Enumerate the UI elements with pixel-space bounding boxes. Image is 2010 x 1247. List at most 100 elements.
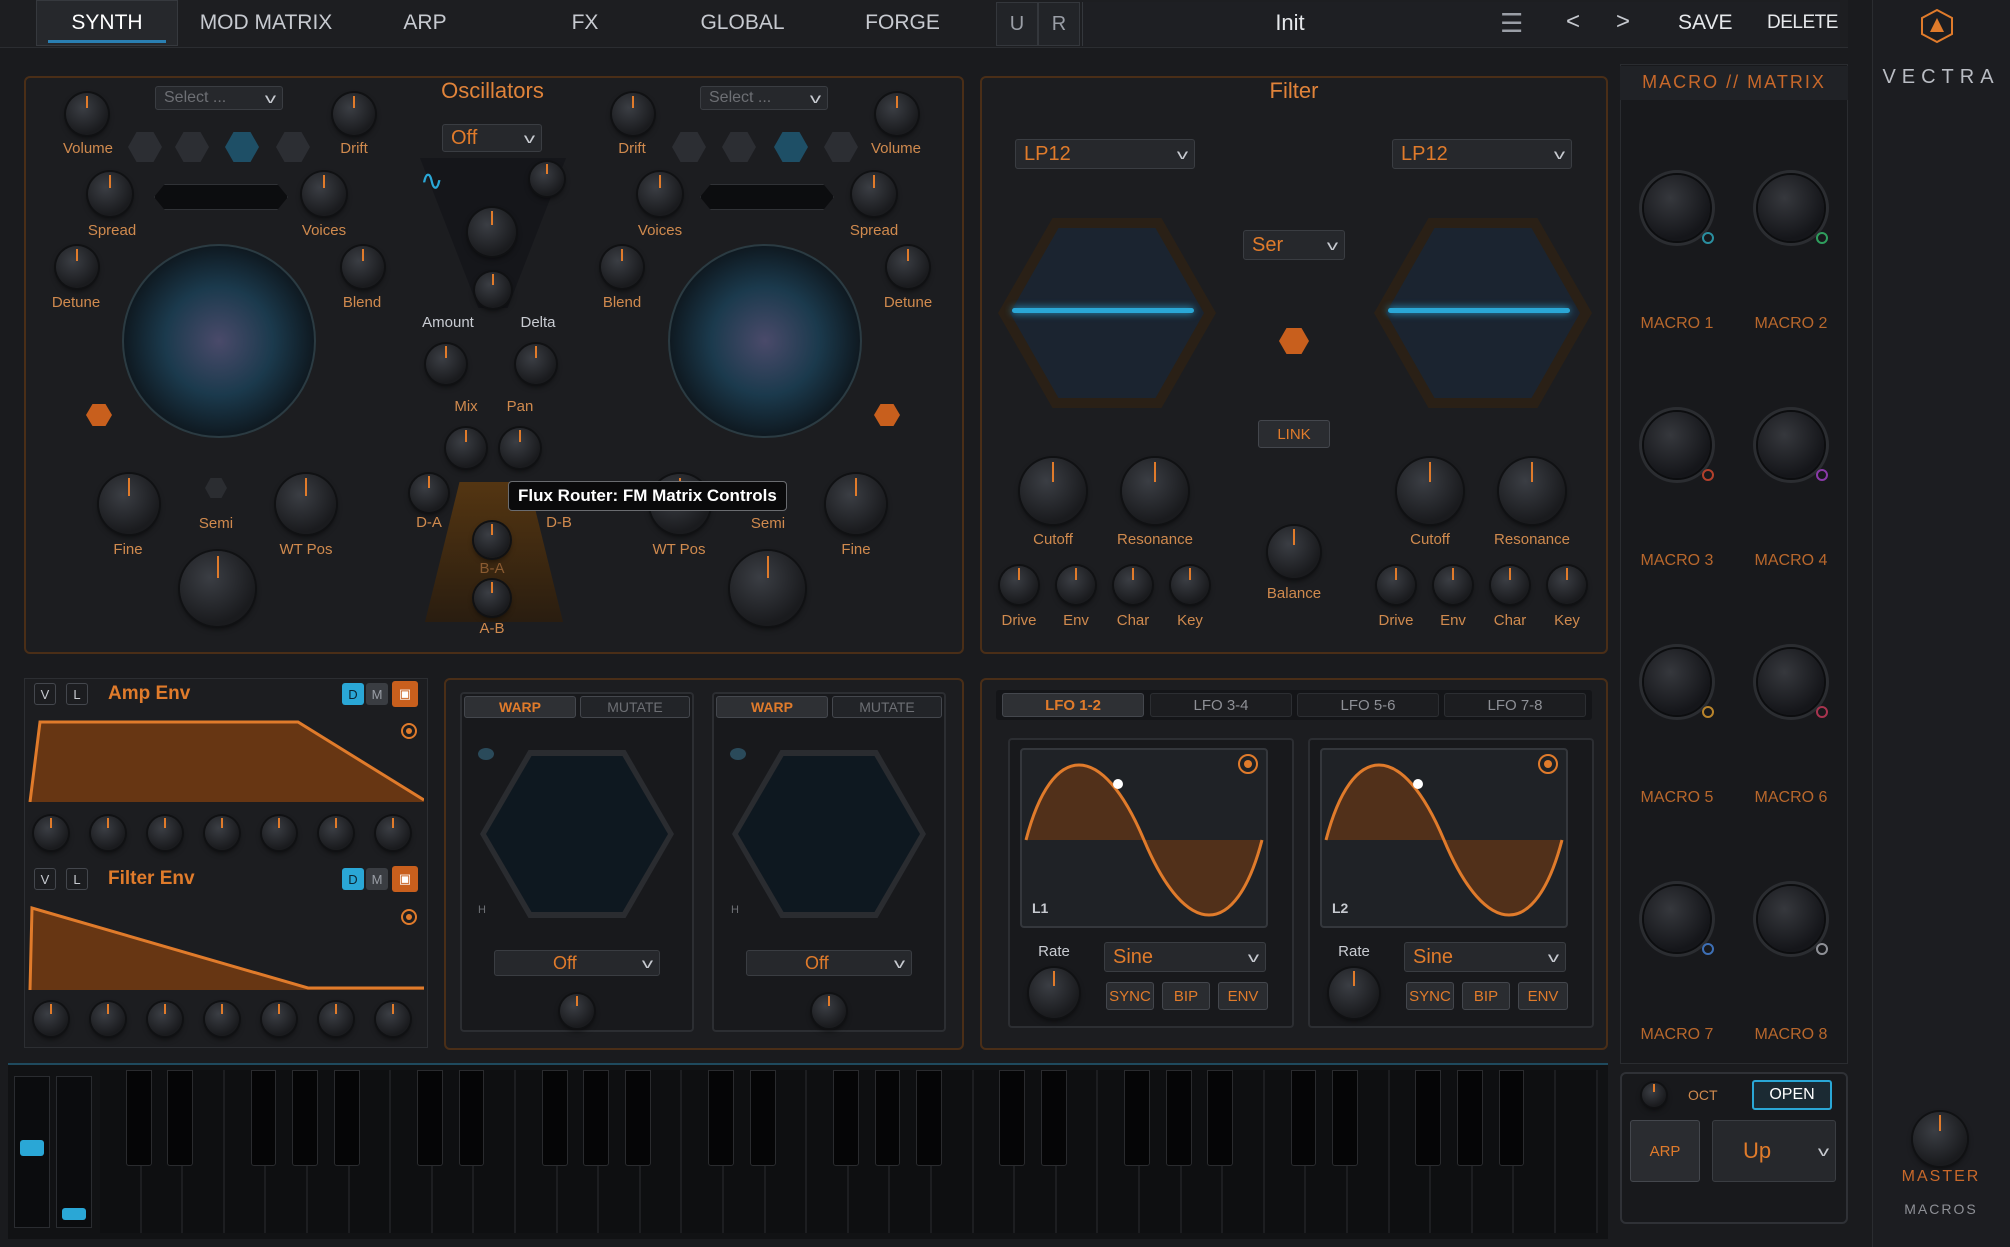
- mod-wheel[interactable]: [56, 1076, 92, 1228]
- black-key[interactable]: [916, 1070, 942, 1166]
- tab-mod-matrix[interactable]: MOD MATRIX: [190, 0, 342, 46]
- router-mix-knob[interactable]: [446, 428, 486, 468]
- filter-env-d-button[interactable]: D: [342, 868, 364, 890]
- filter1-cutoff-knob[interactable]: [1020, 458, 1086, 524]
- black-key[interactable]: [874, 1070, 901, 1166]
- next-preset-button[interactable]: >: [1616, 8, 1630, 36]
- osc1-drift-knob[interactable]: [333, 93, 375, 135]
- lfo2-bip-button[interactable]: BIP: [1462, 982, 1510, 1010]
- macro-2-mod-indicator[interactable]: [1816, 232, 1828, 244]
- warp2-mode-select[interactable]: Off v: [746, 950, 912, 976]
- lfo2-env-button[interactable]: ENV: [1518, 982, 1568, 1010]
- black-key[interactable]: [1290, 1070, 1317, 1166]
- warp1-warp-tab[interactable]: WARP: [464, 696, 576, 718]
- arp-toggle-button[interactable]: ARP: [1630, 1120, 1700, 1182]
- router-amount-knob[interactable]: [426, 344, 466, 384]
- osc1-detune-knob[interactable]: [56, 246, 98, 288]
- amp-env-v-button[interactable]: V: [34, 683, 56, 705]
- filter-env-knob-5[interactable]: [262, 1002, 296, 1036]
- lfo1-sync-button[interactable]: SYNC: [1106, 982, 1154, 1010]
- amp-env-knob-1[interactable]: [34, 816, 68, 850]
- filter-balance-knob[interactable]: [1268, 526, 1320, 578]
- black-key[interactable]: [541, 1070, 568, 1166]
- router-bottom-knob[interactable]: [475, 272, 511, 308]
- filter-env-graph[interactable]: [28, 898, 424, 991]
- osc2-blend-knob[interactable]: [601, 246, 643, 288]
- tab-forge[interactable]: FORGE: [840, 0, 965, 46]
- macro-1-mod-indicator[interactable]: [1702, 232, 1714, 244]
- osc1-spread-knob[interactable]: [88, 172, 132, 216]
- lfo-tab-1-2[interactable]: LFO 1-2: [1002, 693, 1144, 717]
- warp1-mode-select[interactable]: Off v: [494, 950, 660, 976]
- osc2-voices-knob[interactable]: [638, 172, 682, 216]
- arp-oct-knob[interactable]: [1642, 1083, 1666, 1107]
- black-key[interactable]: [125, 1070, 152, 1166]
- arp-open-button[interactable]: OPEN: [1752, 1080, 1832, 1110]
- lfo1-bip-button[interactable]: BIP: [1162, 982, 1210, 1010]
- lfo1-env-button[interactable]: ENV: [1218, 982, 1268, 1010]
- prev-preset-button[interactable]: <: [1566, 8, 1580, 36]
- filter2-drive-knob[interactable]: [1377, 566, 1415, 604]
- osc-center-mode-select[interactable]: Off v: [442, 124, 542, 152]
- router-ba-knob[interactable]: [474, 522, 510, 558]
- filter1-key-knob[interactable]: [1171, 566, 1209, 604]
- osc1-blend-knob[interactable]: [342, 246, 384, 288]
- macro-6-mod-indicator[interactable]: [1816, 706, 1828, 718]
- filter1-type-select[interactable]: LP12 v: [1015, 139, 1195, 169]
- warp1-mutate-tab[interactable]: MUTATE: [580, 696, 690, 718]
- osc2-volume-knob[interactable]: [876, 93, 918, 135]
- filter-routing-select[interactable]: Ser v: [1243, 230, 1345, 260]
- osc1-fine-knob[interactable]: [99, 474, 159, 534]
- macro-8-mod-indicator[interactable]: [1816, 943, 1828, 955]
- filter2-type-select[interactable]: LP12 v: [1392, 139, 1572, 169]
- tab-global[interactable]: GLOBAL: [680, 0, 805, 46]
- router-pan-knob[interactable]: [500, 428, 540, 468]
- tab-fx[interactable]: FX: [530, 0, 640, 46]
- lfo1-shape-select[interactable]: Sine v: [1104, 942, 1266, 972]
- osc1-wavetable-display[interactable]: [122, 244, 316, 438]
- amp-env-knob-7[interactable]: [376, 816, 410, 850]
- router-top-right-knob[interactable]: [530, 162, 564, 196]
- filter1-env-knob[interactable]: [1057, 566, 1095, 604]
- black-key[interactable]: [1332, 1070, 1358, 1166]
- osc1-wtpos-knob[interactable]: [276, 474, 336, 534]
- black-key[interactable]: [250, 1070, 277, 1166]
- sine-wave-icon[interactable]: ∿: [420, 164, 443, 197]
- osc1-semi-knob[interactable]: [180, 551, 255, 626]
- macro-6-knob[interactable]: [1758, 649, 1824, 715]
- warp2-amount-knob[interactable]: [812, 994, 846, 1028]
- white-key[interactable]: [1556, 1070, 1598, 1233]
- tab-arp[interactable]: ARP: [370, 0, 480, 46]
- macro-5-mod-indicator[interactable]: [1702, 706, 1714, 718]
- redo-button[interactable]: R: [1038, 2, 1080, 46]
- osc1-voices-knob[interactable]: [302, 172, 346, 216]
- amp-env-lock-icon[interactable]: ▣: [392, 681, 418, 707]
- warp1-amount-knob[interactable]: [560, 994, 594, 1028]
- amp-env-knob-5[interactable]: [262, 816, 296, 850]
- osc2-wavetable-select[interactable]: Select ... v: [700, 86, 828, 110]
- menu-icon[interactable]: ☰: [1500, 8, 1523, 39]
- router-center-knob[interactable]: [468, 208, 516, 256]
- router-da-knob[interactable]: [410, 474, 448, 512]
- black-key[interactable]: [458, 1070, 485, 1166]
- black-key[interactable]: [292, 1070, 318, 1166]
- black-key[interactable]: [708, 1070, 734, 1166]
- filter-env-knob-2[interactable]: [91, 1002, 125, 1036]
- osc2-drift-knob[interactable]: [612, 93, 654, 135]
- filter-env-knob-6[interactable]: [319, 1002, 353, 1036]
- filter2-env-knob[interactable]: [1434, 566, 1472, 604]
- filter-env-m-button[interactable]: M: [366, 868, 388, 890]
- lfo-tab-5-6[interactable]: LFO 5-6: [1297, 693, 1439, 717]
- filter1-char-knob[interactable]: [1114, 566, 1152, 604]
- amp-env-knob-6[interactable]: [319, 816, 353, 850]
- osc2-semi-knob[interactable]: [730, 551, 805, 626]
- black-key[interactable]: [1124, 1070, 1150, 1166]
- amp-env-knob-4[interactable]: [205, 816, 239, 850]
- mod-wheel-handle[interactable]: [62, 1208, 86, 1220]
- osc1-wavetable-select[interactable]: Select ... v: [155, 86, 283, 110]
- black-key[interactable]: [1456, 1070, 1483, 1166]
- filter1-drive-knob[interactable]: [1000, 566, 1038, 604]
- delete-button[interactable]: DELETE: [1767, 12, 1838, 34]
- filter-env-lock-icon[interactable]: ▣: [392, 866, 418, 892]
- black-key[interactable]: [1415, 1070, 1442, 1166]
